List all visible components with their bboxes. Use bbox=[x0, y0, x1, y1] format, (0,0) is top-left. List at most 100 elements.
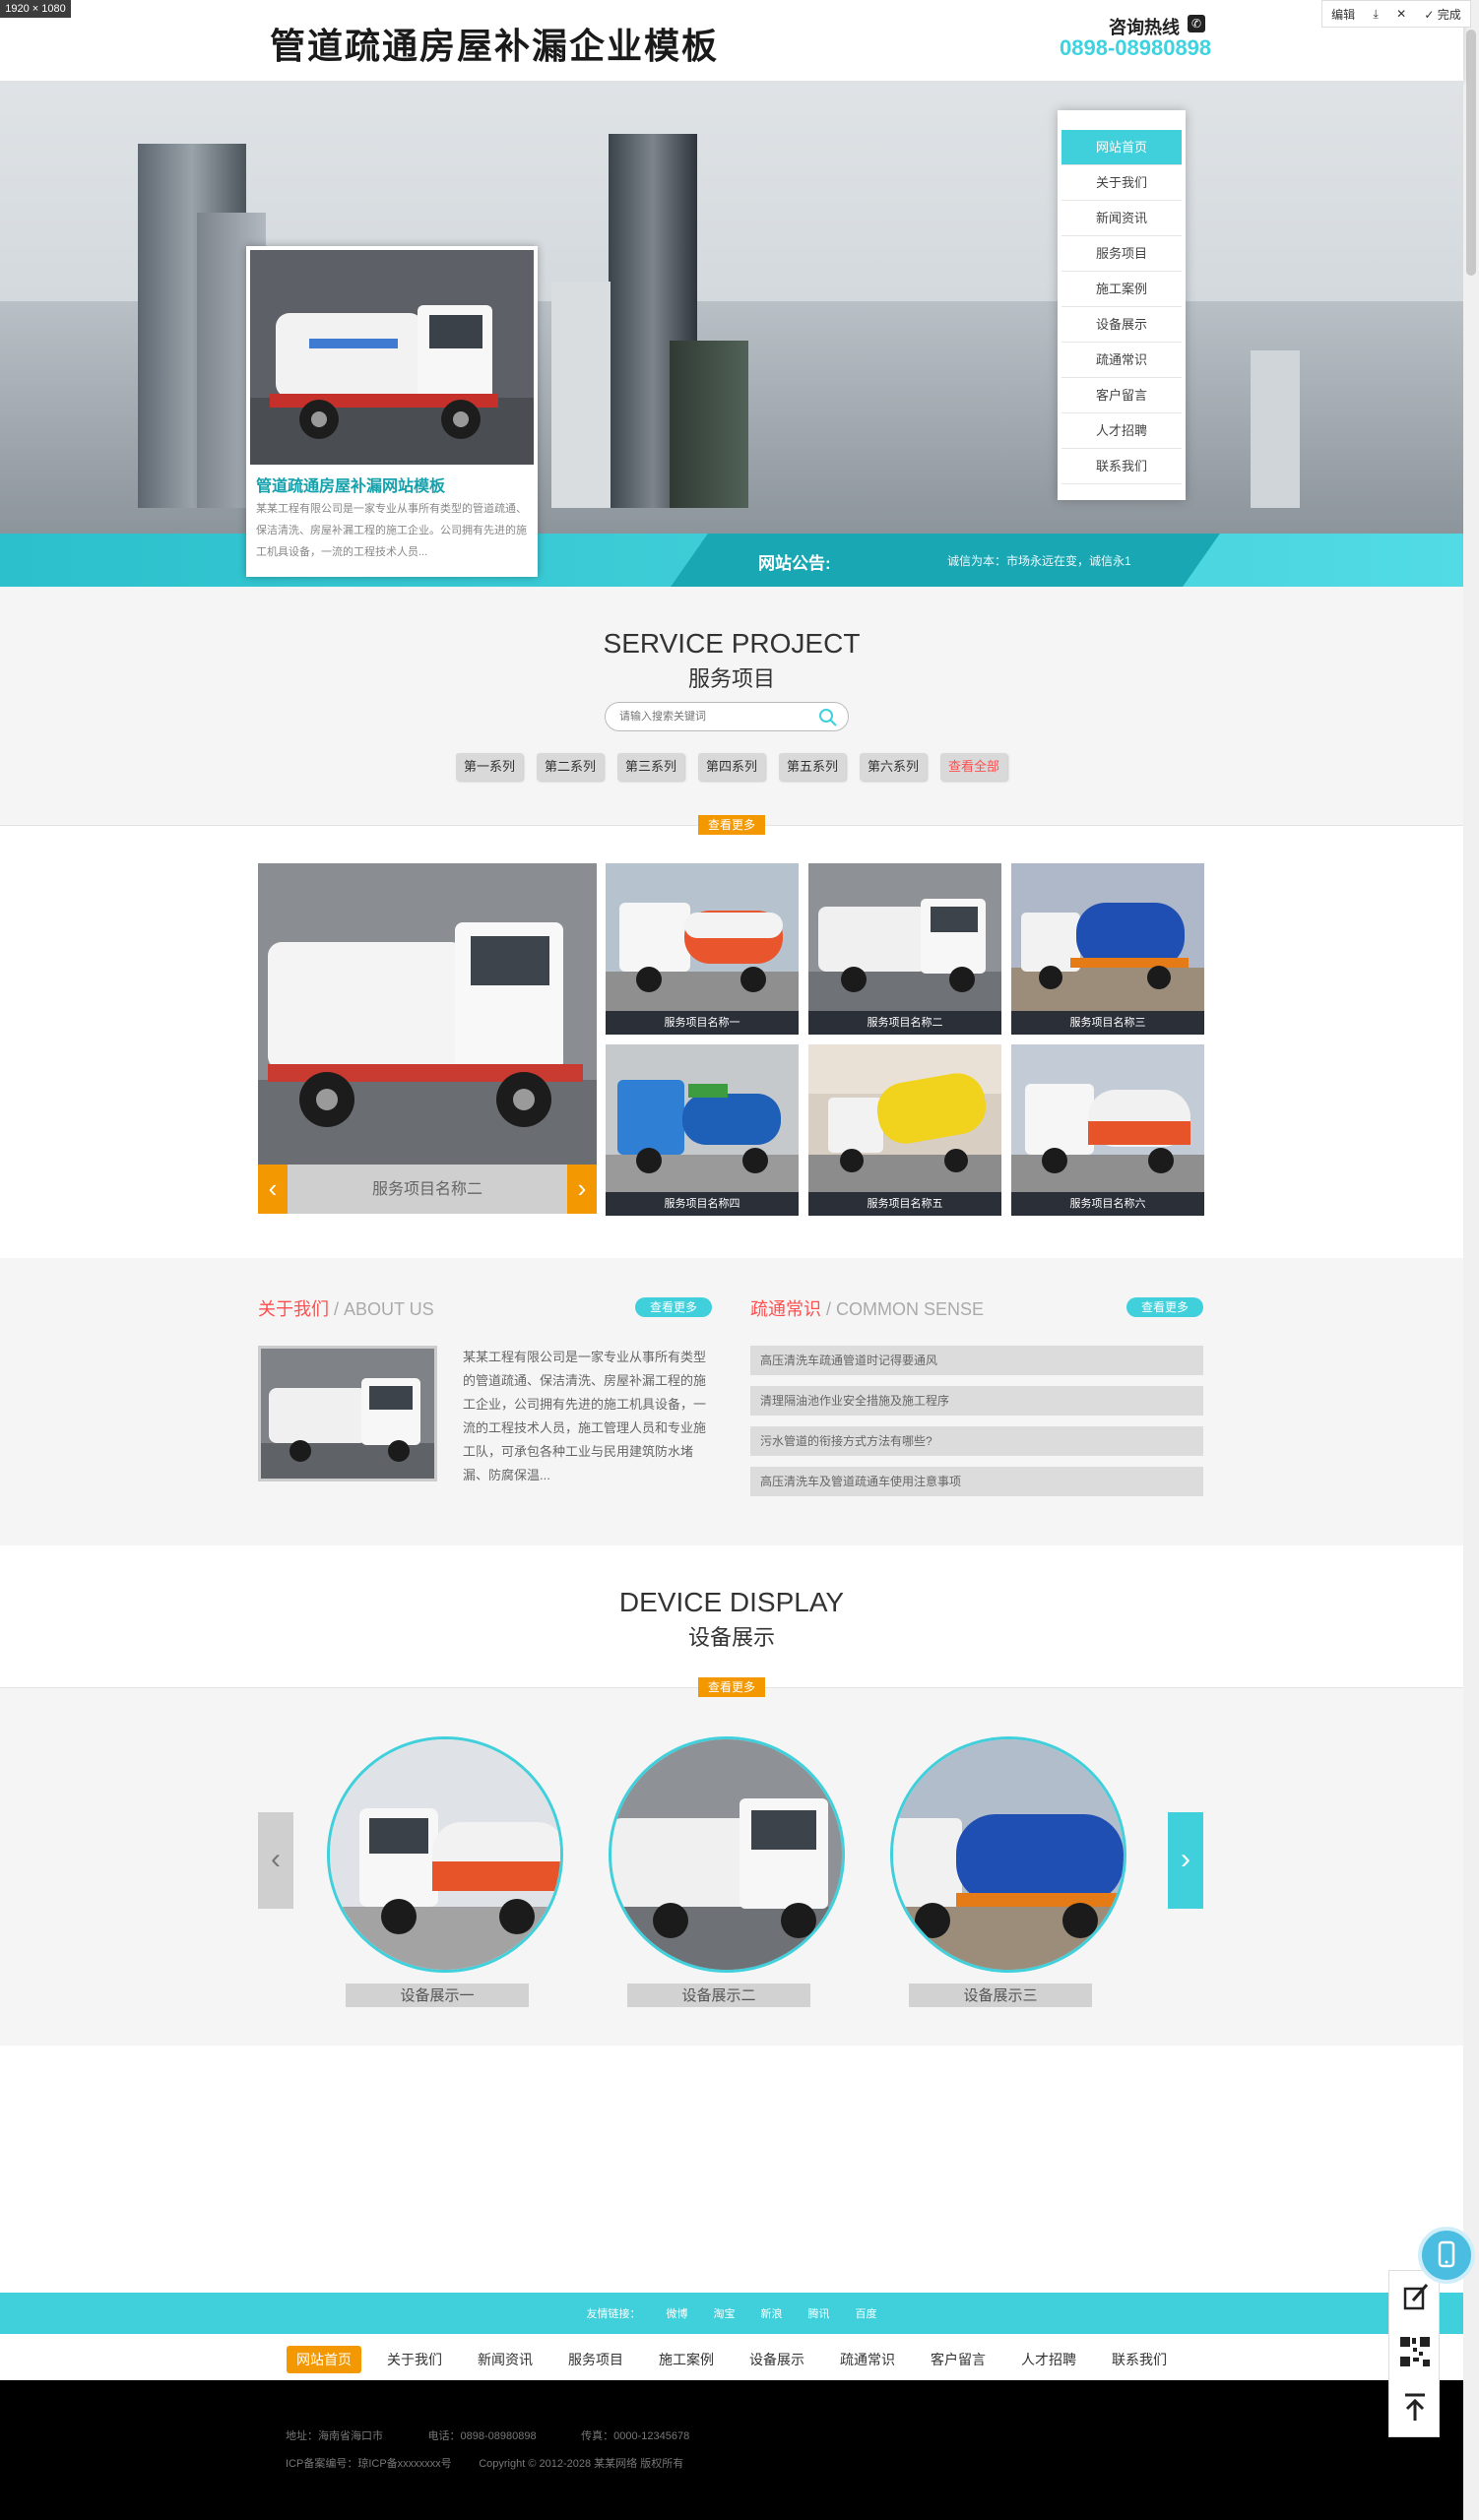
mobile-icon-glyph bbox=[1438, 2240, 1455, 2268]
footer-nav-services[interactable]: 服务项目 bbox=[558, 2346, 633, 2373]
featured-product-caption: 服务项目名称二 bbox=[258, 1165, 597, 1214]
footer-nav-home[interactable]: 网站首页 bbox=[287, 2346, 361, 2373]
product-card[interactable]: 服务项目名称五 bbox=[808, 1044, 1001, 1216]
phone-icon: ✆ bbox=[1188, 15, 1205, 32]
device-header: DEVICE DISPLAY 设备展示 bbox=[0, 1545, 1463, 1687]
device-caption[interactable]: 设备展示三 bbox=[909, 1984, 1092, 2007]
common-sense-more-button[interactable]: 查看更多 bbox=[1126, 1297, 1203, 1317]
nav-item-messages[interactable]: 客户留言 bbox=[1061, 378, 1182, 413]
edit-button[interactable]: 编辑 bbox=[1331, 6, 1355, 23]
truck-image bbox=[250, 250, 534, 465]
product-caption: 服务项目名称一 bbox=[606, 1011, 799, 1035]
nav-item-contact[interactable]: 联系我们 bbox=[1061, 449, 1182, 484]
article-link[interactable]: 高压清洗车疏通管道时记得要通风 bbox=[750, 1346, 1203, 1375]
series-tab-1[interactable]: 第一系列 bbox=[455, 753, 523, 781]
nav-item-cases[interactable]: 施工案例 bbox=[1061, 272, 1182, 307]
device-caption[interactable]: 设备展示二 bbox=[627, 1984, 810, 2007]
friend-link[interactable]: 淘宝 bbox=[714, 2305, 736, 2321]
device-image[interactable] bbox=[890, 1736, 1126, 1973]
about-section bbox=[0, 1258, 1463, 1545]
nav-item-knowledge[interactable]: 疏通常识 bbox=[1061, 343, 1182, 378]
chevron-left-icon[interactable]: ‹ bbox=[258, 1165, 288, 1214]
download-icon[interactable]: ⤓ bbox=[1373, 7, 1378, 22]
footer-nav-news[interactable]: 新闻资讯 bbox=[468, 2346, 543, 2373]
about-image[interactable] bbox=[258, 1346, 437, 1481]
article-link[interactable]: 污水管道的衔接方式方法有哪些? bbox=[750, 1426, 1203, 1456]
footer bbox=[0, 2380, 1463, 2520]
edit-icon[interactable] bbox=[1393, 2275, 1437, 2322]
series-tab-5[interactable]: 第五系列 bbox=[779, 753, 847, 781]
search-input[interactable] bbox=[619, 708, 812, 725]
chevron-right-icon[interactable]: › bbox=[567, 1165, 597, 1214]
series-tab-2[interactable]: 第二系列 bbox=[536, 753, 604, 781]
floating-toolbar bbox=[1388, 2270, 1440, 2437]
footer-nav-knowledge[interactable]: 疏通常识 bbox=[830, 2346, 905, 2373]
footer-nav-about[interactable]: 关于我们 bbox=[377, 2346, 452, 2373]
series-tabs: 第一系列 第二系列 第三系列 第四系列 第五系列 第六系列 查看全部 bbox=[0, 753, 1463, 781]
banner-feature-card[interactable]: 管道疏通房屋补漏网站模板 某某工程有限公司是一家专业从事所有类型的管道疏通、保洁… bbox=[246, 246, 538, 577]
truck-image bbox=[261, 1349, 434, 1479]
page-scrollbar[interactable] bbox=[1463, 0, 1479, 2520]
scrollbar-thumb[interactable] bbox=[1466, 30, 1476, 276]
footer-nav-messages[interactable]: 客户留言 bbox=[921, 2346, 996, 2373]
product-card[interactable]: 服务项目名称四 bbox=[606, 1044, 799, 1216]
notice-text[interactable]: 诚信为本：市场永远在变，诚信永1 bbox=[947, 552, 1131, 569]
product-card[interactable]: 服务项目名称二 bbox=[808, 863, 1001, 1035]
qrcode-icon[interactable] bbox=[1393, 2328, 1437, 2375]
nav-item-jobs[interactable]: 人才招聘 bbox=[1061, 413, 1182, 449]
nav-item-about[interactable]: 关于我们 bbox=[1061, 165, 1182, 201]
chevron-left-icon[interactable]: ‹ bbox=[258, 1812, 293, 1909]
article-link[interactable]: 高压清洗车及管道疏通车使用注意事项 bbox=[750, 1467, 1203, 1496]
series-tab-3[interactable]: 第三系列 bbox=[616, 753, 684, 781]
product-caption: 服务项目名称二 bbox=[808, 1011, 1001, 1035]
close-icon[interactable]: ✕ bbox=[1396, 7, 1406, 21]
device-more-button[interactable]: 查看更多 bbox=[698, 1677, 765, 1697]
done-button[interactable]: ✓ 完成 bbox=[1424, 6, 1460, 23]
featured-product[interactable]: 服务项目名称二 ‹ › bbox=[258, 863, 597, 1214]
friend-link[interactable]: 微博 bbox=[667, 2305, 688, 2321]
feature-title[interactable]: 管道疏通房屋补漏网站模板 bbox=[256, 472, 445, 496]
footer-fax: 传真：0000-12345678 bbox=[581, 2430, 690, 2442]
search-icon[interactable] bbox=[818, 708, 838, 727]
footer-nav-jobs[interactable]: 人才招聘 bbox=[1011, 2346, 1086, 2373]
nav-item-services[interactable]: 服务项目 bbox=[1061, 236, 1182, 272]
device-image[interactable] bbox=[609, 1736, 845, 1973]
friend-link[interactable]: 百度 bbox=[856, 2305, 877, 2321]
product-card[interactable]: 服务项目名称三 bbox=[1011, 863, 1204, 1035]
friend-link[interactable]: 腾讯 bbox=[808, 2305, 830, 2321]
footer-nav-devices[interactable]: 设备展示 bbox=[740, 2346, 814, 2373]
footer-nav-contact[interactable]: 联系我们 bbox=[1102, 2346, 1177, 2373]
device-caption[interactable]: 设备展示一 bbox=[346, 1984, 529, 2007]
site-header bbox=[0, 0, 1463, 81]
truck-image bbox=[893, 1739, 1124, 1970]
friend-links: 友情链接： 微博 淘宝 新浪 腾讯 百度 bbox=[0, 2305, 1463, 2321]
article-link[interactable]: 清理隔油池作业安全措施及施工程序 bbox=[750, 1386, 1203, 1416]
nav-item-news[interactable]: 新闻资讯 bbox=[1061, 201, 1182, 236]
main-nav: 网站首页 关于我们 新闻资讯 服务项目 施工案例 设备展示 疏通常识 客户留言 … bbox=[1058, 110, 1186, 500]
footer-phone: 电话：0898-08980898 bbox=[427, 2430, 537, 2442]
screenshot-toolbar: 编辑 ⤓ ✕ ✓ 完成 bbox=[1321, 0, 1471, 28]
product-card[interactable]: 服务项目名称六 bbox=[1011, 1044, 1204, 1216]
series-tab-6[interactable]: 第六系列 bbox=[860, 753, 928, 781]
truck-image bbox=[808, 1044, 1001, 1192]
friend-link[interactable]: 新浪 bbox=[761, 2305, 783, 2321]
skyscraper-image bbox=[551, 282, 611, 508]
series-tab-all[interactable]: 查看全部 bbox=[940, 753, 1008, 781]
chevron-right-icon[interactable]: › bbox=[1168, 1812, 1203, 1909]
footer-icp[interactable]: ICP备案编号：琼ICP备xxxxxxxx号 bbox=[286, 2458, 452, 2470]
nav-item-devices[interactable]: 设备展示 bbox=[1061, 307, 1182, 343]
truck-image bbox=[1011, 1044, 1204, 1192]
footer-copyright: ICP备案编号：琼ICP备xxxxxxxx号 Copyright © 2012-… bbox=[286, 2455, 683, 2471]
nav-item-home[interactable]: 网站首页 bbox=[1061, 130, 1182, 165]
device-image[interactable] bbox=[327, 1736, 563, 1973]
product-card[interactable]: 服务项目名称一 bbox=[606, 863, 799, 1035]
search-box bbox=[605, 702, 849, 731]
back-to-top-icon[interactable] bbox=[1393, 2383, 1437, 2430]
truck-image bbox=[606, 863, 799, 1011]
notice-label: 网站公告: bbox=[758, 554, 831, 573]
series-tab-4[interactable]: 第四系列 bbox=[697, 753, 765, 781]
about-more-button[interactable]: 查看更多 bbox=[635, 1297, 712, 1317]
mobile-icon[interactable] bbox=[1418, 2227, 1475, 2284]
service-more-button[interactable]: 查看更多 bbox=[698, 815, 765, 835]
footer-nav-cases[interactable]: 施工案例 bbox=[649, 2346, 724, 2373]
